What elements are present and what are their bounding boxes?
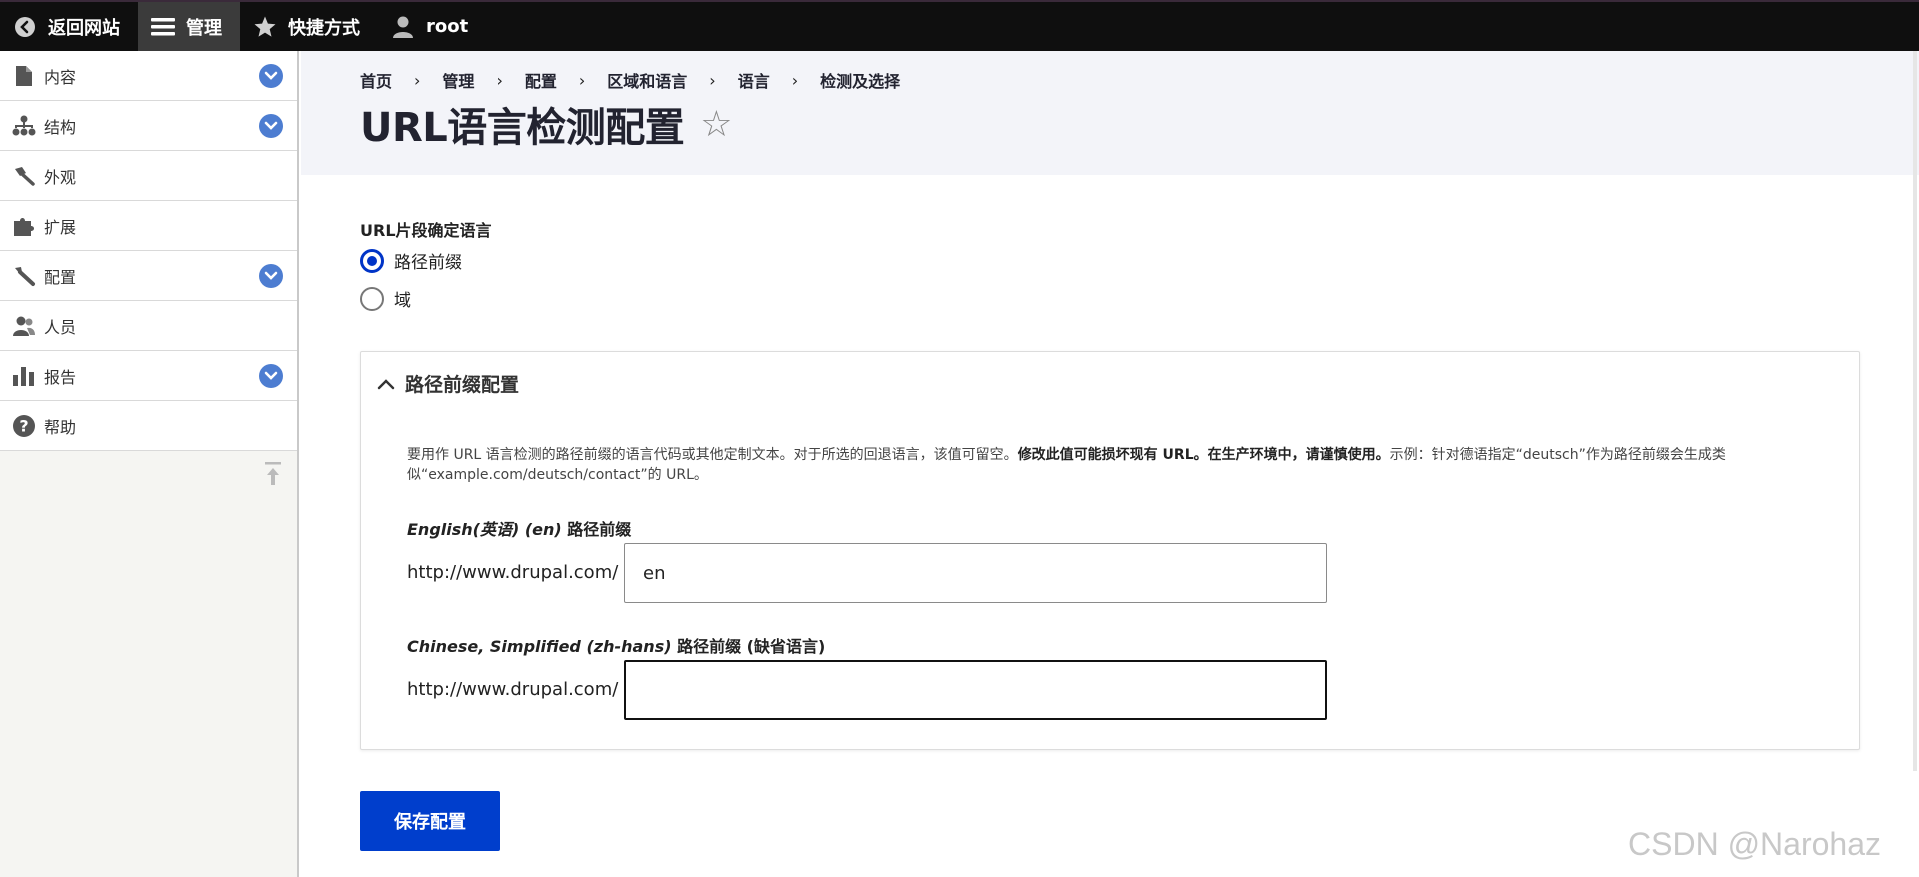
sidebar-item-label: 帮助: [44, 417, 77, 437]
svg-text:?: ?: [19, 416, 28, 435]
radio-group-label: URL片段确定语言: [360, 221, 492, 240]
breadcrumb-link-home[interactable]: 首页: [360, 68, 392, 92]
prefix-input-en[interactable]: [624, 543, 1327, 603]
radio-path-prefix[interactable]: 路径前缀: [360, 248, 462, 273]
desc-warning: 修改此值可能损坏现有 URL。在生产环境中，请谨慎使用。: [1017, 447, 1390, 463]
breadcrumb-link-admin[interactable]: 管理: [442, 68, 474, 92]
shortcuts-label: 快捷方式: [288, 17, 360, 39]
chevron-down-icon[interactable]: [259, 64, 283, 88]
sidebar-item-extend[interactable]: 扩展: [0, 201, 297, 251]
field-label-suffix: 路径前缀: [561, 520, 632, 539]
sidebar-item-structure[interactable]: 结构: [0, 101, 297, 151]
details-description: 要用作 URL 语言检测的路径前缀的语言代码或其他定制文本。对于所选的回退语言，…: [407, 445, 1827, 485]
sidebar-item-label: 配置: [44, 267, 77, 287]
save-config-button[interactable]: 保存配置: [360, 791, 500, 851]
sidebar-item-appearance[interactable]: 外观: [0, 151, 297, 201]
sitemap-icon: [12, 114, 36, 138]
sidebar-item-label: 结构: [44, 117, 77, 137]
hamburger-icon: [150, 14, 176, 40]
chevron-down-icon[interactable]: [259, 264, 283, 288]
wrench-icon: [12, 264, 36, 288]
breadcrumb-separator: ›: [709, 70, 716, 90]
radio-label: 路径前缀: [394, 253, 462, 273]
user-icon: [390, 14, 416, 40]
prefix-input-zh-hans[interactable]: [624, 660, 1327, 720]
radio-domain[interactable]: 域: [360, 286, 411, 311]
breadcrumb-separator: ›: [414, 70, 421, 90]
user-label: root: [426, 16, 469, 37]
breadcrumb-separator: ›: [791, 70, 799, 90]
sidebar-item-content[interactable]: 内容: [0, 51, 297, 101]
shortcuts-tab[interactable]: 快捷方式: [240, 2, 378, 51]
admin-toolbar: 返回网站 管理 快捷方式 root: [0, 0, 1919, 51]
details-summary[interactable]: 路径前缀配置: [377, 370, 519, 397]
breadcrumb-link-detection[interactable]: 检测及选择: [820, 68, 900, 92]
radio-label: 域: [394, 291, 411, 311]
admin-sidebar: 内容 结构 外观 扩展 配置 人员 报告 ? 帮助: [0, 51, 299, 877]
sidebar-item-configuration[interactable]: 配置: [0, 251, 297, 301]
sidebar-item-label: 扩展: [44, 217, 77, 237]
back-to-site-link[interactable]: 返回网站: [0, 2, 138, 51]
desc-text: 要用作 URL 语言检测的路径前缀的语言代码或其他定制文本。对于所选的回退语言，…: [407, 447, 1018, 463]
watermark: CSDN @Narohaz: [1628, 826, 1881, 862]
path-prefix-details: 路径前缀配置 要用作 URL 语言检测的路径前缀的语言代码或其他定制文本。对于所…: [360, 351, 1860, 750]
puzzle-icon: [12, 214, 36, 238]
field-label-zh-hans: Chinese, Simplified (zh-hans) 路径前缀 (缺省语言…: [407, 633, 825, 657]
star-icon: [252, 14, 278, 40]
pin-sidebar-icon[interactable]: [263, 461, 283, 487]
sidebar-item-label: 报告: [44, 367, 77, 387]
manage-tab[interactable]: 管理: [138, 2, 240, 51]
chevron-down-icon[interactable]: [259, 364, 283, 388]
brush-icon: [12, 164, 36, 188]
sidebar-item-people[interactable]: 人员: [0, 301, 297, 351]
breadcrumb-separator: ›: [578, 70, 586, 90]
details-summary-label: 路径前缀配置: [405, 374, 520, 396]
page-title-row: URL语言检测配置 ☆: [360, 95, 733, 153]
arrow-left-circle-icon: [12, 14, 38, 40]
sidebar-item-label: 外观: [44, 167, 77, 187]
breadcrumb-link-config[interactable]: 配置: [525, 68, 557, 92]
field-label-en: English(英语) (en) 路径前缀: [407, 516, 631, 540]
sidebar-item-label: 人员: [44, 317, 77, 337]
url-prefix-text: http://www.drupal.com/: [407, 679, 619, 700]
radio-button[interactable]: [360, 286, 384, 311]
url-prefix-text: http://www.drupal.com/: [407, 562, 619, 583]
sidebar-item-reports[interactable]: 报告: [0, 351, 297, 401]
manage-label: 管理: [186, 17, 222, 39]
file-icon: [12, 64, 36, 88]
back-to-site-label: 返回网站: [48, 17, 120, 39]
field-label-lang: Chinese, Simplified (zh-hans): [407, 637, 672, 656]
scrollbar[interactable]: [1913, 51, 1917, 771]
breadcrumb-link-language[interactable]: 语言: [738, 68, 770, 92]
breadcrumb-separator: ›: [496, 70, 503, 90]
breadcrumb: 首页 › 管理 › 配置 › 区域和语言 › 语言 › 检测及选择: [360, 68, 900, 92]
sidebar-item-label: 内容: [44, 67, 77, 87]
people-icon: [12, 314, 36, 338]
page-title: URL语言检测配置: [360, 105, 685, 151]
bar-chart-icon: [12, 364, 36, 388]
star-outline-icon[interactable]: ☆: [700, 104, 732, 145]
help-icon: ?: [12, 414, 36, 438]
chevron-up-icon: [377, 373, 395, 395]
user-tab[interactable]: root: [378, 2, 486, 51]
sidebar-item-help[interactable]: ? 帮助: [0, 401, 297, 451]
radio-button[interactable]: [360, 248, 384, 273]
chevron-down-icon[interactable]: [259, 114, 283, 138]
breadcrumb-link-regional[interactable]: 区域和语言: [607, 68, 687, 92]
field-label-lang: English(英语) (en): [407, 520, 562, 539]
field-label-suffix: 路径前缀 (缺省语言): [671, 637, 826, 656]
